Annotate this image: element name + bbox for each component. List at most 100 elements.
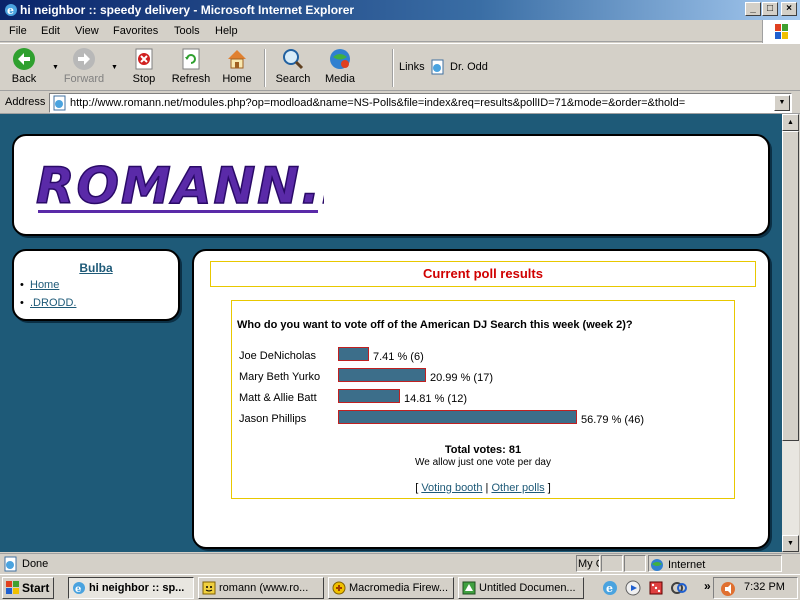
- search-icon: [283, 49, 304, 70]
- windows-logo: [762, 20, 800, 44]
- poll-option-label: Joe DeNicholas: [239, 350, 317, 362]
- dice-icon[interactable]: [648, 580, 664, 596]
- address-input[interactable]: http://www.romann.net/modules.php?op=mod…: [49, 93, 792, 113]
- poll-total-votes: Total votes: 81: [444, 444, 522, 456]
- poll-results-header: Current poll results: [210, 261, 756, 287]
- home-button[interactable]: Home: [213, 47, 261, 89]
- poll-option-value: 20.99 % (17): [430, 372, 493, 384]
- back-dropdown-icon[interactable]: ▼: [52, 64, 59, 71]
- status-pane: My C: [576, 555, 600, 572]
- nav-link-drodd[interactable]: .DRODD.: [20, 297, 77, 309]
- vertical-scrollbar[interactable]: ▲ ▼: [782, 114, 799, 552]
- page-icon: [53, 95, 66, 111]
- poll-option-value: 14.81 % (12): [404, 393, 467, 405]
- forward-dropdown-icon[interactable]: ▼: [111, 64, 118, 71]
- menu-edit[interactable]: Edit: [41, 25, 60, 37]
- media-button[interactable]: Media: [316, 47, 364, 89]
- title-bar[interactable]: e hi neighbor :: speedy delivery - Micro…: [0, 0, 800, 20]
- home-label: Home: [222, 73, 252, 85]
- link-separator: |: [485, 482, 489, 494]
- menu-tools[interactable]: Tools: [174, 25, 200, 37]
- taskbar: Start e hi neighbor :: sp... romann (www…: [0, 574, 800, 600]
- stop-button[interactable]: Stop: [120, 47, 168, 89]
- menu-help[interactable]: Help: [215, 25, 238, 37]
- stop-label: Stop: [132, 73, 156, 85]
- svg-text:e: e: [7, 4, 14, 17]
- poll-option-value: 7.41 % (6): [373, 351, 424, 363]
- refresh-label: Refresh: [171, 73, 211, 85]
- start-button[interactable]: Start: [2, 577, 54, 599]
- task-label: romann (www.ro...: [219, 582, 309, 594]
- status-pane-empty: [601, 555, 623, 572]
- maximize-button[interactable]: □: [762, 2, 778, 16]
- bracket-close: ]: [547, 482, 551, 494]
- svg-text:e: e: [606, 582, 613, 595]
- logo-text: ROMANN.NET: [36, 157, 324, 215]
- task-romann-window[interactable]: romann (www.ro...: [198, 577, 324, 599]
- task-label: hi neighbor :: sp...: [89, 582, 185, 594]
- other-polls-link[interactable]: Other polls: [491, 482, 544, 494]
- toolbar-separator: [392, 49, 394, 87]
- task-fireworks-window[interactable]: Macromedia Firew...: [328, 577, 454, 599]
- status-text: Done: [22, 558, 49, 570]
- scroll-up-icon[interactable]: ▲: [782, 114, 799, 131]
- menu-bar: File Edit View Favorites Tools Help: [0, 20, 800, 42]
- volume-icon[interactable]: [720, 581, 736, 597]
- poll-links: [ Voting booth | Other polls ]: [232, 482, 734, 494]
- windows-flag-icon: [775, 24, 788, 39]
- address-dropdown-icon[interactable]: ▼: [774, 95, 790, 111]
- dreamweaver-icon: [462, 581, 476, 595]
- refresh-icon: [182, 48, 200, 70]
- task-ie-window[interactable]: e hi neighbor :: sp...: [68, 577, 194, 599]
- minimize-button[interactable]: _: [745, 2, 761, 16]
- voting-booth-link[interactable]: Voting booth: [421, 482, 482, 494]
- scroll-down-icon[interactable]: ▼: [782, 535, 799, 552]
- status-bar: Done My C Internet: [0, 553, 800, 573]
- address-label: Address: [5, 96, 46, 108]
- poll-results-box: Who do you want to vote off of the Ameri…: [231, 300, 735, 499]
- menu-view[interactable]: View: [75, 25, 99, 37]
- scroll-thumb[interactable]: [782, 131, 799, 441]
- nav-title[interactable]: Bulba: [14, 261, 178, 275]
- quicklaunch-chevron[interactable]: »: [704, 579, 711, 593]
- network-icon[interactable]: [671, 580, 687, 596]
- poll-option-bar: [338, 347, 369, 361]
- ie-quicklaunch-icon[interactable]: e: [602, 580, 618, 596]
- task-dreamweaver-window[interactable]: Untitled Documen...: [458, 577, 584, 599]
- search-button[interactable]: Search: [269, 47, 317, 89]
- windows-flag-icon: [6, 581, 19, 594]
- back-arrow-icon: [13, 48, 35, 70]
- menu-file[interactable]: File: [9, 25, 27, 37]
- media-label: Media: [325, 73, 355, 85]
- zone-label: Internet: [668, 558, 706, 571]
- link-dr-odd[interactable]: Dr. Odd: [430, 59, 488, 75]
- status-pane-empty: [624, 555, 646, 572]
- poll-option-label: Jason Phillips: [239, 413, 307, 425]
- site-logo[interactable]: ROMANN.NET: [34, 148, 324, 218]
- page-done-icon: [4, 556, 17, 572]
- system-tray: 7:32 PM: [713, 577, 798, 599]
- poll-option-label: Matt & Allie Batt: [239, 392, 317, 404]
- links-label: Links: [399, 61, 425, 73]
- task-label: Macromedia Firew...: [349, 582, 449, 594]
- nav-panel: Bulba Home .DRODD.: [12, 249, 180, 321]
- address-bar: Address http://www.romann.net/modules.ph…: [0, 92, 800, 114]
- forward-button[interactable]: Forward: [60, 47, 108, 89]
- media-player-icon[interactable]: [625, 580, 641, 596]
- close-button[interactable]: ×: [781, 2, 797, 16]
- search-label: Search: [275, 73, 311, 85]
- forward-label: Forward: [63, 73, 105, 85]
- media-icon: [330, 49, 350, 69]
- svg-text:e: e: [75, 584, 81, 595]
- ie-logo-icon: e: [5, 4, 17, 17]
- refresh-button[interactable]: Refresh: [167, 47, 215, 89]
- nav-link-home[interactable]: Home: [20, 279, 59, 291]
- logo-panel: ROMANN.NET: [12, 134, 770, 236]
- poll-vote-note: We allow just one vote per day: [414, 457, 551, 468]
- bracket-open: [: [415, 482, 419, 494]
- menu-favorites[interactable]: Favorites: [113, 25, 158, 37]
- back-button[interactable]: Back: [0, 47, 48, 89]
- task-label: Untitled Documen...: [479, 582, 576, 594]
- clock[interactable]: 7:32 PM: [744, 581, 785, 593]
- back-label: Back: [11, 73, 37, 85]
